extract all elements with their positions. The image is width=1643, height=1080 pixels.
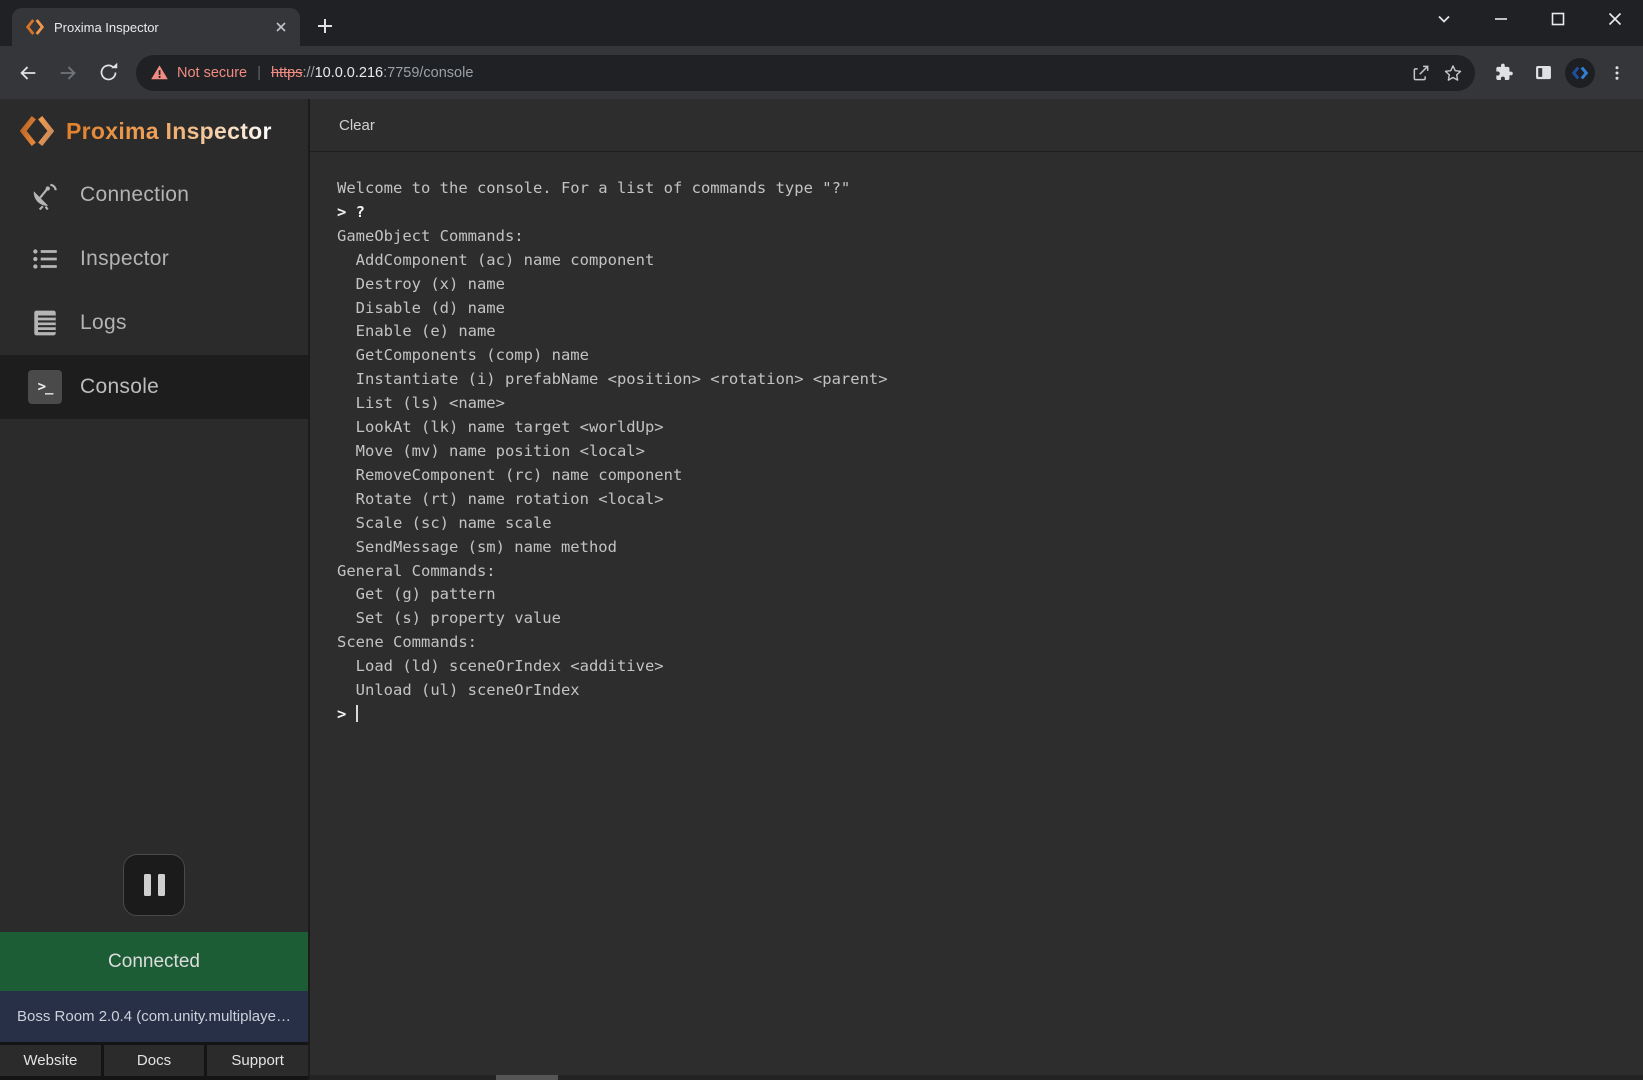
console-output-line: Unload (ul) sceneOrIndex <box>337 679 1633 703</box>
pause-button[interactable] <box>123 854 185 916</box>
sidebar-nav: Connection Inspector <box>0 163 308 419</box>
sidebar-item-inspector[interactable]: Inspector <box>0 227 308 291</box>
pause-icon <box>158 874 165 896</box>
bookmark-star-icon[interactable] <box>1437 57 1469 89</box>
app-logo: Proxima Inspector <box>0 99 308 163</box>
console-output-line: AddComponent (ac) name component <box>337 249 1633 273</box>
tab-search-chevron-icon[interactable] <box>1415 0 1472 38</box>
tab-strip: Proxima Inspector <box>0 0 1643 46</box>
bullet-list-icon <box>28 242 62 276</box>
sidebar-item-label: Logs <box>80 311 127 335</box>
console-output[interactable]: Welcome to the console. For a list of co… <box>310 152 1643 1080</box>
horizontal-scrollbar <box>310 1075 1643 1080</box>
close-window-button[interactable] <box>1586 0 1643 38</box>
address-bar[interactable]: Not secure | https://10.0.0.216:7759/con… <box>136 55 1475 91</box>
console-prompt-line: > <box>337 703 1633 727</box>
back-button[interactable] <box>10 55 46 91</box>
app-title: Proxima Inspector <box>66 118 272 145</box>
console-output-line: General Commands: <box>337 560 1633 584</box>
url-scheme: https <box>271 65 302 81</box>
support-button[interactable]: Support <box>207 1045 308 1076</box>
url-separator: :// <box>302 65 314 81</box>
console-output-line: GetComponents (comp) name <box>337 344 1633 368</box>
not-secure-label[interactable]: Not secure <box>177 65 247 81</box>
console-output-line: LookAt (lk) name target <worldUp> <box>337 416 1633 440</box>
console-output-line: List (ls) <name> <box>337 392 1633 416</box>
document-icon <box>28 306 62 340</box>
project-info: Boss Room 2.0.4 (com.unity.multiplaye… <box>0 991 308 1042</box>
window-controls <box>1415 0 1643 38</box>
new-tab-button[interactable] <box>310 11 340 41</box>
console-output-line: Instantiate (i) prefabName <position> <r… <box>337 368 1633 392</box>
address-divider: | <box>255 64 263 81</box>
minimize-button[interactable] <box>1472 0 1529 38</box>
console-toolbar: Clear <box>310 99 1643 152</box>
maximize-button[interactable] <box>1529 0 1586 38</box>
console-output-line: Scale (sc) name scale <box>337 512 1633 536</box>
sidebar-item-label: Inspector <box>80 247 169 271</box>
console-prompt-line: > ? <box>337 201 1633 225</box>
console-output-line: Destroy (x) name <box>337 273 1633 297</box>
horizontal-scrollbar-thumb[interactable] <box>496 1075 558 1080</box>
sidebar-item-logs[interactable]: Logs <box>0 291 308 355</box>
docs-button[interactable]: Docs <box>104 1045 205 1076</box>
browser-tab[interactable]: Proxima Inspector <box>12 8 300 46</box>
proxima-favicon-icon <box>26 18 44 36</box>
side-panel-icon[interactable] <box>1525 55 1561 91</box>
sidebar-item-connection[interactable]: Connection <box>0 163 308 227</box>
console-output-line: Welcome to the console. For a list of co… <box>337 177 1633 201</box>
tab-title: Proxima Inspector <box>54 20 260 35</box>
console-output-line: Rotate (rt) name rotation <local> <box>337 488 1633 512</box>
url-text[interactable]: https://10.0.0.216:7759/console <box>271 65 473 81</box>
console-output-line: Scene Commands: <box>337 631 1633 655</box>
console-output-line: Enable (e) name <box>337 320 1633 344</box>
console-output-line: GameObject Commands: <box>337 225 1633 249</box>
pause-button-container <box>0 854 308 916</box>
app-sidebar: Proxima Inspector Connection <box>0 99 310 1080</box>
text-cursor <box>356 705 358 722</box>
address-bar-content: Not secure | https://10.0.0.216:7759/con… <box>150 63 1405 82</box>
terminal-icon: >_ <box>28 370 62 404</box>
proxima-logo-icon <box>20 114 54 148</box>
connection-status-badge: Connected <box>0 932 308 991</box>
refresh-button[interactable] <box>90 55 126 91</box>
console-output-line: Load (ld) sceneOrIndex <additive> <box>337 655 1633 679</box>
browser-toolbar: Not secure | https://10.0.0.216:7759/con… <box>0 46 1643 99</box>
tab-close-icon[interactable] <box>270 16 292 38</box>
sidebar-item-console[interactable]: >_ Console <box>0 355 308 419</box>
console-output-line: Move (mv) name position <local> <box>337 440 1633 464</box>
extensions-puzzle-icon[interactable] <box>1485 55 1521 91</box>
url-host: 10.0.0.216 <box>315 65 384 81</box>
website-button[interactable]: Website <box>0 1045 101 1076</box>
forward-button[interactable] <box>50 55 86 91</box>
console-output-line: Disable (d) name <box>337 297 1633 321</box>
console-output-line: Set (s) property value <box>337 607 1633 631</box>
browser-window: Proxima Inspector <box>0 0 1643 1080</box>
console-output-line: RemoveComponent (rc) name component <box>337 464 1633 488</box>
sidebar-item-label: Console <box>80 375 159 399</box>
pause-icon <box>144 874 151 896</box>
console-output-line: Get (g) pattern <box>337 583 1633 607</box>
console-panel: Clear Welcome to the console. For a list… <box>310 99 1643 1080</box>
console-output-line: SendMessage (sm) name method <box>337 536 1633 560</box>
share-icon[interactable] <box>1405 57 1437 89</box>
sidebar-item-label: Connection <box>80 183 189 207</box>
not-secure-warning-icon[interactable] <box>150 63 169 82</box>
satellite-dish-icon <box>28 178 62 212</box>
clear-console-button[interactable]: Clear <box>337 113 377 138</box>
sidebar-footer: Website Docs Support <box>0 1042 308 1080</box>
browser-menu-icon[interactable] <box>1599 55 1635 91</box>
url-path: :7759/console <box>383 65 473 81</box>
proxima-extension-icon[interactable] <box>1565 58 1595 88</box>
